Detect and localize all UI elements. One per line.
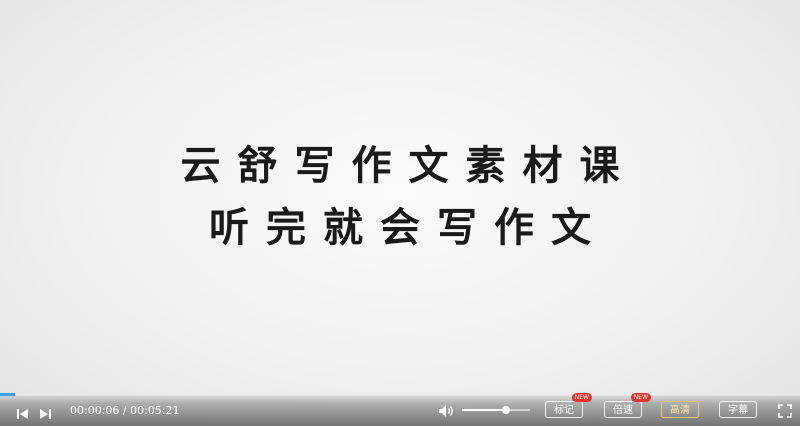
video-frame[interactable]: 云舒写作文素材课 听完就会写作文 bbox=[0, 0, 800, 392]
volume-icon[interactable] bbox=[438, 403, 456, 417]
new-badge: NEW bbox=[630, 393, 651, 402]
video-player[interactable]: 云舒写作文素材课 听完就会写作文 00:00:06 / 00:05:21 标记 … bbox=[0, 0, 800, 426]
play-icon[interactable] bbox=[38, 405, 52, 419]
speed-button-label: 倍速 bbox=[613, 405, 633, 416]
quality-button[interactable]: 高清 bbox=[661, 401, 699, 418]
quality-button-label: 高清 bbox=[670, 405, 690, 416]
progress-bar-fill bbox=[0, 393, 16, 396]
subtitle-button-label: 字幕 bbox=[728, 405, 748, 416]
player-control-bar: 00:00:06 / 00:05:21 标记 NEW 倍速 NEW 高清 字幕 bbox=[0, 392, 800, 426]
volume-slider-fill bbox=[462, 409, 507, 411]
new-badge: NEW bbox=[571, 393, 592, 402]
video-title-line-2: 听完就会写作文 bbox=[209, 205, 608, 251]
time-display: 00:00:06 / 00:05:21 bbox=[70, 404, 180, 417]
subtitle-button[interactable]: 字幕 bbox=[719, 401, 757, 418]
mark-button-label: 标记 bbox=[554, 405, 574, 416]
progress-bar[interactable] bbox=[0, 393, 800, 396]
fullscreen-icon[interactable] bbox=[778, 403, 792, 418]
volume-slider-knob[interactable] bbox=[502, 406, 511, 414]
volume-slider[interactable] bbox=[462, 406, 530, 414]
video-title-line-1: 云舒写作文素材课 bbox=[180, 143, 637, 189]
skip-previous-icon[interactable] bbox=[16, 405, 30, 419]
speed-button[interactable]: 倍速 NEW bbox=[604, 393, 651, 418]
mark-button[interactable]: 标记 NEW bbox=[545, 393, 592, 418]
